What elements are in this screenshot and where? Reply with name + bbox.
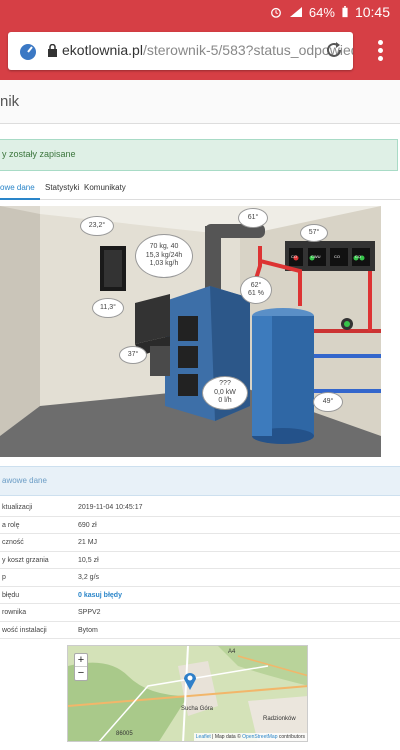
row-value: Bytom [78, 626, 98, 634]
row-value: 2019-11-04 10:45:17 [78, 504, 143, 511]
location-map[interactable]: + − Sucha Góra Radzionków 86005 A4 Leafl… [67, 645, 308, 742]
row-key: a rolę [2, 521, 20, 529]
map-label-road: 86005 [116, 731, 133, 737]
clock: 10:45 [354, 4, 390, 20]
boiler-room-visualization: 23,2° 11,3° 70 kg, 40 15,3 kg/24h 1,03 kg/… [0, 206, 381, 457]
battery-percent: 64% [308, 4, 335, 20]
url-text[interactable]: ekotlownia.pl/sterownik-5/583?status_odp… [62, 42, 353, 58]
table-row: p 3,2 g/s [0, 569, 400, 587]
control-label-cwu: CWU [311, 254, 321, 259]
table-row: wość instalacji Bytom [0, 622, 400, 639]
alarm-icon [270, 7, 281, 18]
row-key: y koszt grzania [2, 556, 49, 564]
row-value: 3,2 g/s [78, 574, 100, 581]
feeder-temp-bubble: 37° [119, 346, 147, 364]
success-alert: y zostały zapisane [0, 139, 398, 171]
alert-text: y zostały zapisane [2, 149, 76, 159]
tab-messages[interactable]: Komunikaty [84, 183, 126, 192]
room-temp-bubble: 23,2° [80, 216, 114, 236]
control-label-co-2: CO [334, 254, 340, 259]
control-label-co-3: CO [355, 254, 361, 259]
map-tiles[interactable] [68, 646, 308, 742]
boiler-room-illustration [0, 206, 381, 457]
power-info-bubble: ??? 0,0 kW 0 l/h [202, 376, 248, 410]
fuel-info-bubble: 70 kg, 40 15,3 kg/24h 1,03 kg/h [135, 234, 193, 278]
outside-temp-bubble: 11,3° [92, 298, 124, 318]
map-label-sucha-gora: Sucha Góra [181, 706, 214, 712]
map-label-a4: A4 [228, 649, 236, 655]
control-label-co: CO [291, 254, 297, 259]
row-key: p [2, 574, 6, 581]
boiler-mid-bubble: 62° 61 % [240, 276, 272, 304]
tab-bar: owe dane Statystyki Komunikaty [0, 178, 400, 200]
map-label-radzionkow: Radzionków [263, 716, 296, 722]
map-attribution: Leaflet | Map data © OpenStreetMap contr… [193, 733, 307, 741]
reload-icon[interactable] [323, 39, 345, 61]
row-value: 10,5 zł [78, 556, 99, 564]
battery-icon [342, 6, 348, 18]
zoom-control: + − [74, 653, 88, 681]
tank-temp-bubble: 49° [313, 392, 343, 412]
page-header: nik [0, 80, 400, 124]
tab-current-data[interactable]: owe dane [0, 183, 35, 192]
table-row: y koszt grzania 10,5 zł [0, 552, 400, 569]
page-content: nik y zostały zapisane owe dane Statysty… [0, 80, 400, 750]
leaflet-link[interactable]: Leaflet [196, 734, 211, 740]
page-title: nik [0, 93, 20, 110]
row-value: SPPV2 [78, 609, 101, 616]
section-title: awowe dane [2, 476, 47, 485]
osm-link[interactable]: OpenStreetMap [242, 734, 277, 740]
row-value: 690 zł [78, 521, 97, 529]
active-tab-indicator [0, 198, 40, 200]
overflow-menu-icon[interactable] [378, 40, 384, 62]
row-key: błędu [2, 591, 20, 599]
row-value: 21 MJ [78, 539, 98, 546]
boiler-top-temp-bubble: 61° [238, 208, 268, 228]
url-bar[interactable]: ekotlownia.pl/sterownik-5/583?status_odp… [8, 32, 353, 70]
row-key: czność [2, 539, 24, 546]
zoom-out-button[interactable]: − [75, 667, 87, 680]
details-section-header: awowe dane [0, 466, 400, 496]
row-key: rownika [2, 609, 27, 616]
table-row: błędu 0 kasuj błędy [0, 587, 400, 604]
attrib-tail: contributors [277, 734, 305, 740]
details-table: ktualizacji 2019-11-04 10:45:17 a rolę 690… [0, 499, 400, 639]
row-key: ktualizacji [2, 504, 33, 511]
row-key: wość instalacji [2, 626, 47, 634]
map-marker-icon[interactable] [183, 671, 197, 691]
site-gauge-icon[interactable] [18, 42, 38, 60]
table-row: czność 21 MJ [0, 534, 400, 552]
attrib-text: | Map data © [210, 734, 243, 740]
browser-toolbar: ekotlownia.pl/sterownik-5/583?status_odp… [0, 24, 400, 80]
signal-icon [289, 7, 302, 17]
table-row: ktualizacji 2019-11-04 10:45:17 [0, 499, 400, 517]
status-bar: 64% 10:45 [0, 0, 400, 24]
clear-errors-link[interactable]: 0 kasuj błędy [78, 592, 122, 599]
lock-icon [48, 44, 57, 57]
zoom-in-button[interactable]: + [75, 654, 87, 667]
tab-statistics[interactable]: Statystyki [45, 183, 79, 192]
table-row: a rolę 690 zł [0, 517, 400, 534]
table-row: rownika SPPV2 [0, 604, 400, 622]
pump-panel-temp-bubble: 57° [300, 224, 328, 242]
